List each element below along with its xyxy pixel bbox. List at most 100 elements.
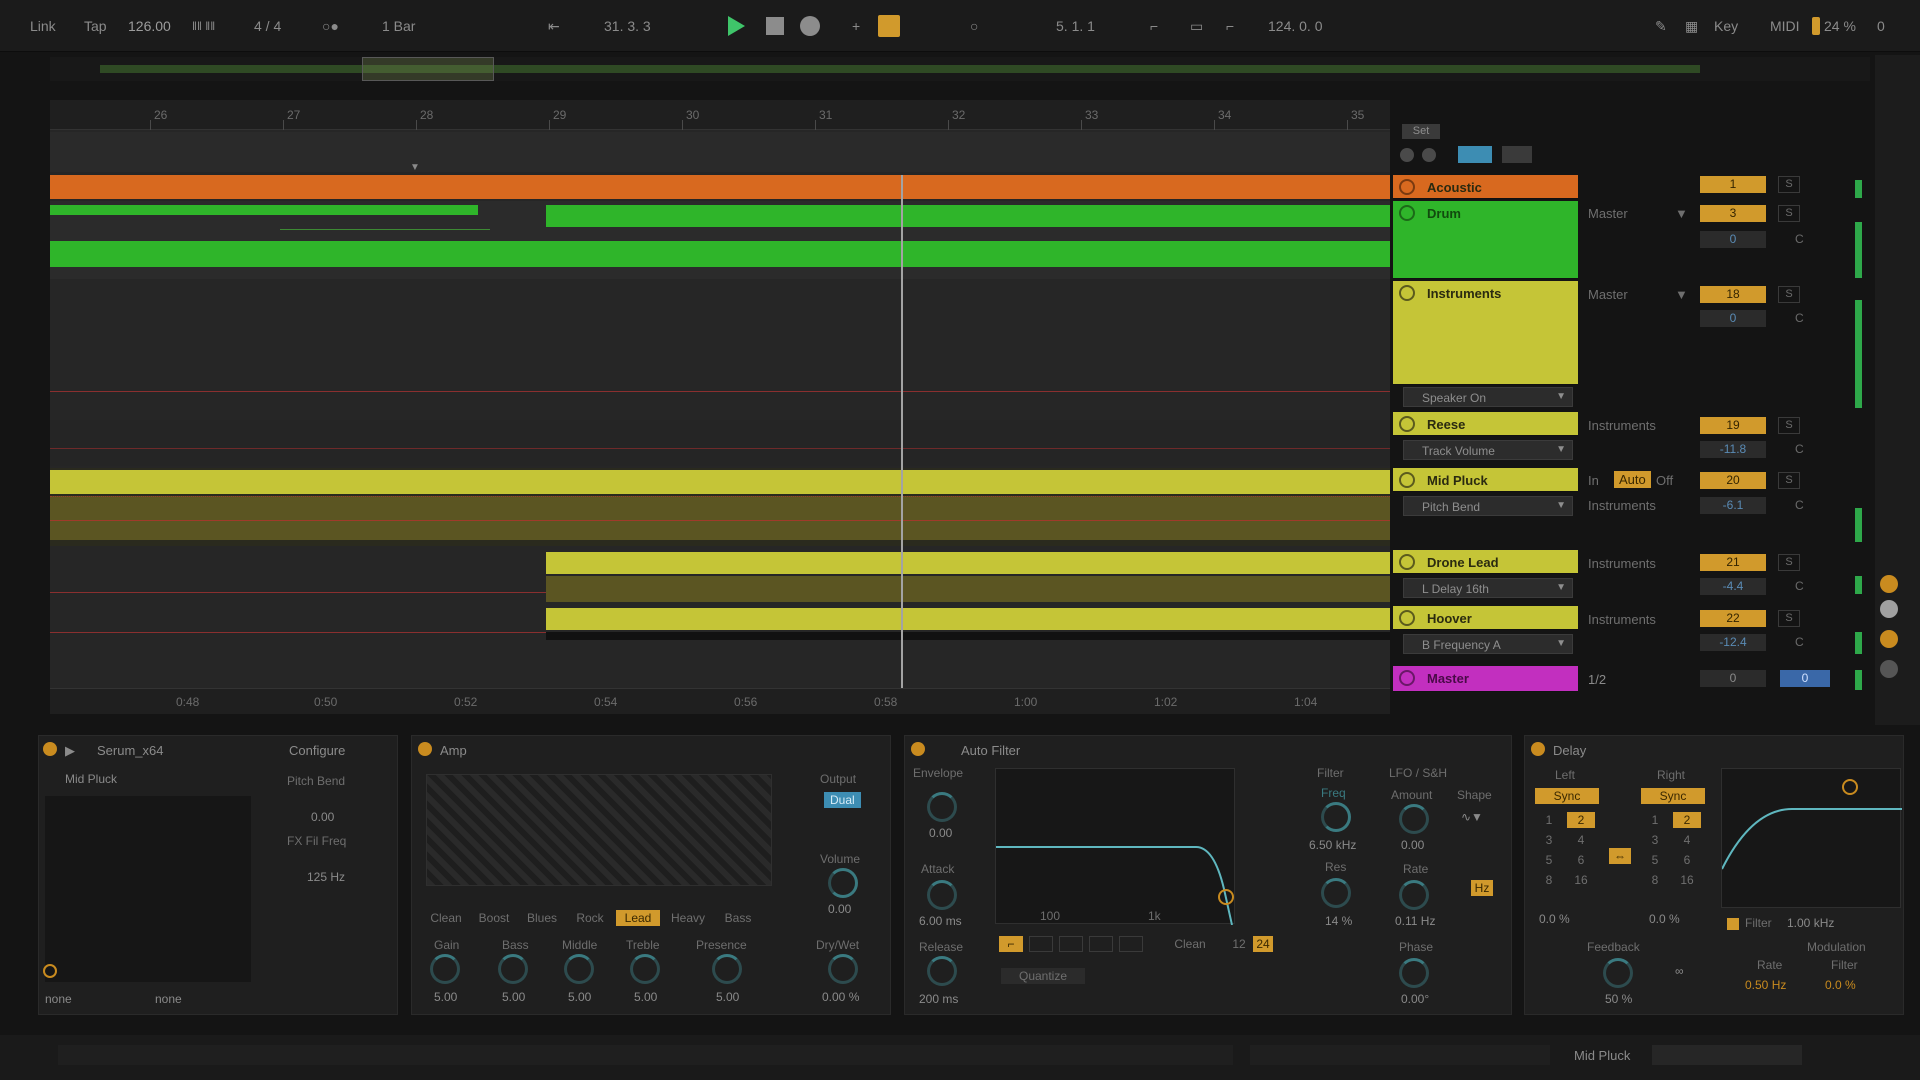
right-division[interactable]: 8 — [1641, 872, 1669, 888]
hz-button[interactable]: Hz — [1471, 880, 1493, 896]
view-toggle-button[interactable] — [1502, 146, 1532, 163]
plugin-preview[interactable] — [45, 796, 251, 982]
input-select[interactable]: none — [45, 992, 72, 1006]
beat-ruler[interactable]: 26 27 28 29 30 31 32 33 34 35 — [50, 100, 1390, 130]
nudge-icon[interactable]: ‖‖ ‖‖ — [192, 17, 215, 35]
track-lane-hoover[interactable] — [50, 608, 1390, 668]
amount-knob[interactable] — [1399, 804, 1429, 834]
volume-field[interactable]: -12.4 — [1700, 634, 1766, 651]
midi-clip[interactable] — [546, 552, 1390, 574]
automation-line[interactable] — [50, 520, 1390, 521]
position-field[interactable]: 31. 3. 3 — [604, 17, 651, 35]
right-division[interactable]: 16 — [1673, 872, 1701, 888]
device-on-icon[interactable] — [1531, 742, 1545, 756]
automation-line[interactable] — [50, 632, 546, 633]
solo-button[interactable]: S — [1778, 610, 1800, 627]
track-number[interactable]: 21 — [1700, 554, 1766, 571]
time-ruler[interactable]: 0:48 0:50 0:52 0:54 0:56 0:58 1:00 1:02 … — [50, 688, 1390, 714]
io-toggle-icon[interactable] — [1880, 660, 1898, 678]
automation-param-select[interactable]: Track Volume ▼ — [1403, 440, 1573, 460]
track-activator-icon[interactable] — [1399, 416, 1415, 432]
filter-graph[interactable]: 100 1k — [995, 768, 1235, 925]
midi-map-button[interactable]: MIDI — [1770, 17, 1800, 35]
amp-type-bass[interactable]: Bass — [716, 910, 760, 926]
filter-type-bandpass[interactable] — [1059, 936, 1083, 952]
circuit-select[interactable]: Clean — [1165, 936, 1215, 952]
track-activator-icon[interactable] — [1399, 179, 1415, 195]
track-header-mid-pluck[interactable]: Mid Pluck — [1393, 468, 1578, 492]
key-map-button[interactable]: Key — [1714, 17, 1738, 35]
track-header-drone-lead[interactable]: Drone Lead — [1393, 550, 1578, 574]
midi-clip-notes[interactable] — [50, 496, 1390, 540]
dual-button[interactable]: Dual — [824, 792, 861, 808]
follow-icon[interactable]: ⇤ — [548, 17, 560, 35]
solo-button[interactable]: S — [1778, 472, 1800, 489]
track-number[interactable]: 19 — [1700, 417, 1766, 434]
crossfade-icon[interactable] — [1880, 600, 1898, 618]
delay-filter-graph[interactable] — [1721, 768, 1902, 909]
right-division[interactable]: 2 — [1673, 812, 1701, 828]
play-icon[interactable]: ▶ — [65, 743, 75, 759]
track-lane-drum[interactable] — [50, 201, 1390, 279]
solo-button[interactable]: S — [1778, 554, 1800, 571]
automation-line[interactable] — [50, 391, 1390, 392]
right-division[interactable]: 3 — [1641, 832, 1669, 848]
configure-button[interactable]: Configure — [289, 743, 345, 758]
pan-field[interactable]: C — [1795, 442, 1804, 456]
track-header-instruments[interactable]: Instruments — [1393, 281, 1578, 385]
bass-knob[interactable] — [498, 954, 528, 984]
output-route-select[interactable]: Instruments — [1588, 556, 1656, 571]
add-icon[interactable]: + — [852, 17, 860, 35]
gain-knob[interactable] — [430, 954, 460, 984]
track-number[interactable]: 1 — [1700, 176, 1766, 193]
draw-mode-icon[interactable]: ✎ — [1655, 17, 1667, 35]
delay-filter-curve[interactable] — [1722, 769, 1902, 909]
midi-clip-notes[interactable] — [546, 632, 1390, 640]
output-route-select[interactable]: Instruments — [1588, 418, 1656, 433]
automation-mode-button[interactable] — [1458, 146, 1492, 163]
loop-switch-icon[interactable]: ▭ — [1190, 17, 1203, 35]
track-header-master[interactable]: Master — [1393, 666, 1578, 692]
param-value[interactable]: 125 Hz — [307, 870, 345, 884]
right-offset[interactable]: 0.0 % — [1649, 912, 1680, 926]
pan-field[interactable]: C — [1795, 498, 1804, 512]
track-number[interactable]: 3 — [1700, 205, 1766, 222]
amp-type-clean[interactable]: Clean — [424, 910, 468, 926]
volume-knob[interactable] — [828, 868, 858, 898]
tempo-field[interactable]: 126.00 — [128, 17, 171, 35]
right-division[interactable]: 4 — [1673, 832, 1701, 848]
presence-knob[interactable] — [712, 954, 742, 984]
track-lane-acoustic[interactable] — [50, 175, 1390, 199]
mini-clip-overview[interactable] — [1652, 1045, 1802, 1065]
volume-field[interactable]: 0 — [1700, 231, 1766, 248]
tap-button[interactable]: Tap — [84, 17, 107, 35]
play-button[interactable] — [728, 16, 745, 36]
punch-out-icon[interactable]: ⌐ — [1226, 17, 1234, 35]
link-lr-button[interactable]: ⇔ — [1609, 848, 1631, 864]
left-division[interactable]: 4 — [1567, 832, 1595, 848]
right-division[interactable]: 1 — [1641, 812, 1669, 828]
track-header-drum[interactable]: Drum — [1393, 201, 1578, 279]
slope-12-button[interactable]: 12 — [1229, 936, 1249, 952]
plugin-knob-icon[interactable] — [43, 964, 57, 978]
track-fold-icon[interactable] — [1400, 148, 1414, 162]
right-division[interactable]: 6 — [1673, 852, 1701, 868]
track-activator-icon[interactable] — [1399, 285, 1415, 301]
device-delay[interactable]: Delay Left Right Sync Sync 1 2 3 4 5 6 8… — [1524, 735, 1904, 1015]
monitor-in-button[interactable]: In — [1588, 473, 1599, 488]
output-route-select[interactable]: Master — [1588, 287, 1628, 302]
left-offset[interactable]: 0.0 % — [1539, 912, 1570, 926]
left-division[interactable]: 16 — [1567, 872, 1595, 888]
right-division[interactable]: 5 — [1641, 852, 1669, 868]
left-division[interactable]: 6 — [1567, 852, 1595, 868]
pan-field[interactable]: C — [1795, 579, 1804, 593]
record-arm-icon[interactable] — [1880, 630, 1898, 648]
automation-line[interactable] — [50, 592, 546, 593]
midi-clip[interactable] — [50, 470, 1390, 494]
output-route-select[interactable]: Master — [1588, 206, 1628, 221]
loop-circle-icon[interactable]: ○ — [970, 17, 978, 35]
automation-param-select[interactable]: L Delay 16th ▼ — [1403, 578, 1573, 598]
track-number[interactable]: 20 — [1700, 472, 1766, 489]
drywet-knob[interactable] — [828, 954, 858, 984]
midi-clip-notes[interactable] — [546, 576, 1390, 602]
